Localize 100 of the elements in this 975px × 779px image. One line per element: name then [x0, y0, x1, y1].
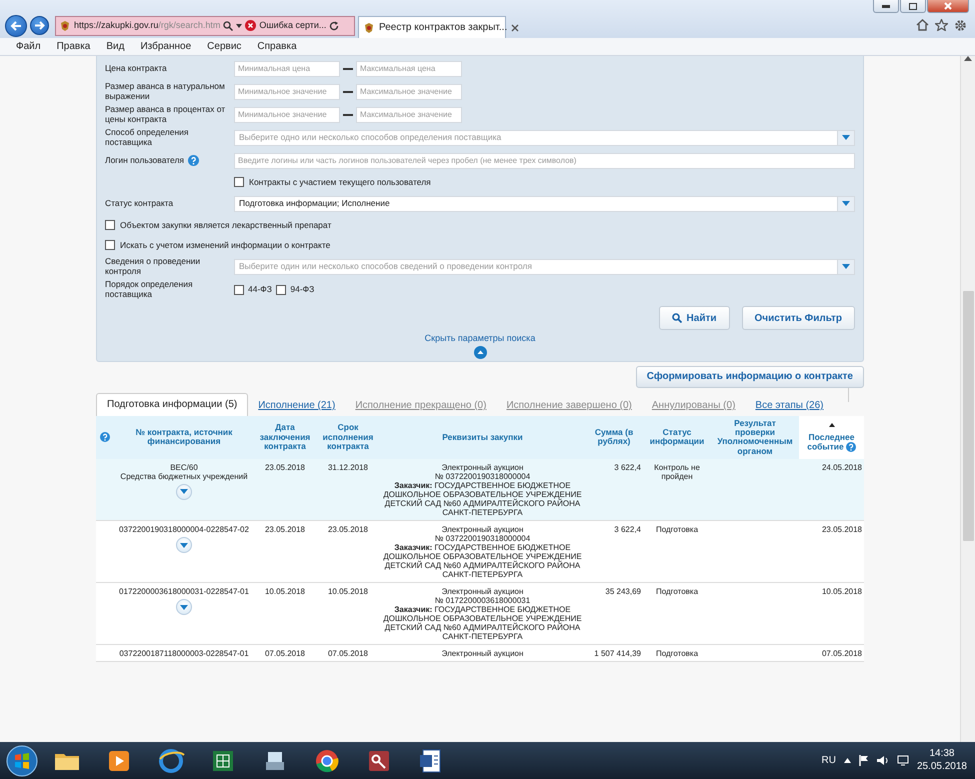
error-icon	[245, 20, 256, 31]
address-bar[interactable]: https://zakupki.gov.ru/rgk/search.htm Ошибка серти...	[55, 16, 355, 36]
minimize-icon	[882, 4, 890, 8]
forward-arrow-icon	[34, 21, 44, 30]
checkbox-label: Контракты с участием текущего пользователя	[249, 176, 431, 188]
date-text: 07.05.2018	[822, 649, 862, 658]
checkbox[interactable]	[276, 284, 286, 294]
column-header[interactable]: № контракта, источник финансирования	[114, 416, 254, 459]
dropdown-icon	[842, 201, 850, 206]
date-text: 23.05.2018	[264, 525, 306, 534]
close-icon	[944, 2, 952, 10]
status-tab[interactable]: Исполнение (21)	[248, 396, 346, 416]
customer-text: Заказчик: ГОСУДАРСТВЕННОЕ БЮДЖЕТНОЕ ДОШКОЛЬНОЕ ОБРАЗОВАТЕЛЬНОЕ УЧРЕЖДЕНИЕ ДЕТСКИЙ САД №60 АДМИРАЛТЕЙСКОГО РАЙОНА САНКТ-ПЕТЕРБУРГА	[382, 605, 583, 642]
field-label: Размер аванса в процентах от цены контракта	[105, 104, 226, 124]
checkbox-label: Искать с учетом изменений информации о контракте	[120, 238, 330, 252]
back-button[interactable]	[5, 14, 27, 36]
star-icon[interactable]	[935, 19, 948, 31]
amount-text: 35 243,69	[605, 587, 641, 596]
status-tab[interactable]: Все этапы (26)	[745, 396, 834, 416]
table-row[interactable]: 0372200187118000003-0228547-01 07.05.2018 07.05.2018 Электронный аукцион 1 507 414,39 Подготовка 07.05.2018	[96, 644, 864, 662]
search-button[interactable]: Найти	[658, 306, 730, 330]
scrollbar[interactable]	[960, 56, 975, 742]
minimize-button[interactable]	[873, 0, 899, 13]
contract-number[interactable]: ВЕС/60	[116, 462, 252, 472]
help-icon[interactable]	[188, 155, 200, 166]
start-button[interactable]	[6, 744, 38, 776]
max-field[interactable]: Максимальное значение	[356, 106, 462, 122]
funding-source: Средства бюджетных учреждений	[119, 472, 249, 481]
maximize-button[interactable]	[900, 0, 926, 13]
select-field[interactable]: Подготовка информации; Исполнение	[234, 196, 855, 212]
column-header[interactable]: Дата заключения контракта	[254, 416, 316, 459]
min-field[interactable]: Минимальное значение	[234, 106, 340, 122]
procurement-method: Электронный аукцион	[440, 525, 524, 534]
procurement-method: Электронный аукцион	[440, 462, 524, 472]
menu-item[interactable]: Сервис	[199, 39, 250, 54]
home-icon[interactable]	[916, 19, 929, 31]
certificate-error-text: Ошибка серти...	[259, 18, 326, 32]
help-icon[interactable]	[100, 432, 110, 442]
forward-button[interactable]	[30, 16, 49, 35]
checkbox[interactable]	[234, 284, 244, 294]
menu-item[interactable]: Справка	[249, 39, 305, 54]
max-field[interactable]: Максимальная цена	[356, 60, 462, 76]
language-indicator[interactable]: RU	[821, 753, 836, 768]
address-text: https://zakupki.gov.ru/rgk/search.htm	[74, 18, 220, 32]
login-field[interactable]: Введите логины или часть логинов пользователей через пробел (не менее трех символов)	[234, 152, 855, 168]
hide-search-link[interactable]: Скрыть параметры поиска	[424, 332, 536, 346]
expand-button[interactable]	[176, 484, 192, 500]
checkbox-label: 94-ФЗ	[290, 283, 314, 296]
emblem-icon	[363, 22, 375, 34]
menu-item[interactable]: Вид	[98, 39, 132, 54]
close-icon[interactable]	[511, 24, 520, 32]
field-label: Порядок определения поставщика	[105, 278, 193, 298]
expand-button[interactable]	[176, 599, 192, 616]
clock-time[interactable]: 14:38	[929, 748, 954, 760]
menu-item[interactable]: Файл	[8, 39, 49, 54]
procurement-method: Электронный аукцион	[440, 587, 524, 596]
field-label: Логин пользователя	[105, 154, 184, 165]
field-label: Размер аванса в натуральном выражении	[105, 80, 225, 100]
expand-button[interactable]	[176, 537, 192, 554]
max-field[interactable]: Максимальное значение	[356, 84, 462, 100]
caret-icon[interactable]	[236, 24, 242, 28]
flag-icon[interactable]	[858, 755, 869, 766]
speaker-icon[interactable]	[876, 755, 889, 766]
chevron-down-icon	[180, 489, 188, 494]
search-icon[interactable]	[223, 20, 234, 30]
table-row[interactable]	[96, 458, 864, 521]
back-arrow-icon	[10, 20, 22, 30]
maximize-icon	[909, 2, 917, 10]
column-header[interactable]: Результат проверки Уполномоченным органом	[711, 416, 799, 459]
scrollbar-thumb[interactable]	[962, 291, 974, 541]
status-tab[interactable]: Подготовка информации (5)	[96, 392, 248, 416]
field-label: Цена контракта	[105, 62, 167, 73]
contract-number[interactable]: 0372200190318000004-0228547-02	[116, 525, 252, 534]
clock-date[interactable]: 25.05.2018	[916, 760, 967, 773]
min-field[interactable]: Минимальное значение	[234, 84, 340, 100]
notice-number: № 0372200190318000004	[434, 472, 532, 481]
checkbox[interactable]	[105, 220, 115, 230]
column-header[interactable]: Последнее событие	[799, 416, 864, 459]
menu-item[interactable]: Избранное	[132, 39, 200, 54]
column-header[interactable]: Статус информации	[643, 416, 711, 459]
generate-info-button[interactable]: Сформировать информацию о контракте	[636, 366, 864, 388]
contract-number[interactable]: 0172200003618000031-0228547-01	[116, 587, 252, 596]
notice-number: № 0372200190318000004	[434, 534, 532, 544]
column-header[interactable]: Реквизиты закупки	[380, 416, 585, 459]
menu-item[interactable]: Правка	[48, 39, 98, 54]
collapse-icon[interactable]	[474, 346, 486, 358]
settings-icon[interactable]	[954, 19, 967, 32]
network-icon[interactable]	[896, 755, 909, 766]
close-button[interactable]	[927, 0, 969, 13]
checkbox[interactable]	[234, 177, 244, 187]
clear-filter-button[interactable]: Очистить Фильтр	[742, 306, 855, 330]
min-field[interactable]: Минимальная цена	[234, 60, 340, 76]
checkbox[interactable]	[105, 240, 115, 250]
contract-number[interactable]: 0372200187118000003-0228547-01	[116, 649, 252, 658]
column-header[interactable]: Сумма (в рублях)	[585, 416, 643, 459]
tray-arrow-icon[interactable]	[844, 758, 851, 763]
status-text: Подготовка	[656, 525, 698, 534]
date-text: 23.05.2018	[822, 525, 862, 534]
column-header[interactable]: Срок исполнения контракта	[316, 416, 380, 459]
refresh-icon[interactable]	[329, 20, 340, 30]
